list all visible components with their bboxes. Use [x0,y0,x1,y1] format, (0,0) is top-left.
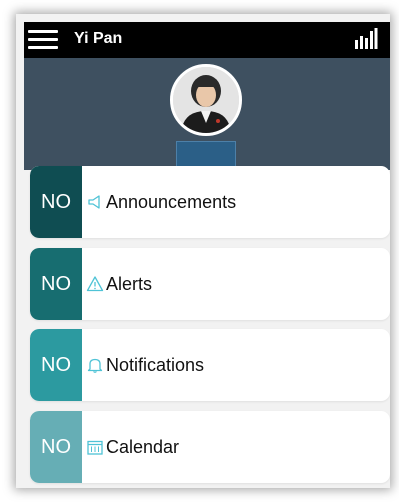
top-bar: Yi Pan [24,22,390,58]
status-badge: NO [30,248,82,320]
page-title: Yi Pan [74,30,123,47]
list-item-label: Announcements [106,192,237,212]
app-frame: Yi Pan NO Announcements NO Alerts NO Not… [16,14,390,488]
bell-icon [87,358,103,373]
calendar-icon [87,440,103,455]
list-item-announcements[interactable]: NO Announcements [30,166,390,238]
list-item-label: Alerts [106,274,153,294]
warning-icon [86,276,104,292]
profile-header [24,58,390,171]
list-item-calendar[interactable]: NO Calendar [30,411,390,483]
megaphone-icon [88,195,100,209]
status-badge: NO [30,166,82,238]
avatar[interactable] [170,64,242,136]
list-item-label: Notifications [106,355,205,375]
list-item-alerts[interactable]: NO Alerts [30,248,390,320]
hamburger-menu-icon[interactable] [28,30,58,50]
list-item-label: Calendar [106,437,180,457]
list-item-notifications[interactable]: NO Notifications [30,329,390,401]
status-badge: NO [30,411,82,483]
bar-chart-icon[interactable] [354,28,378,50]
status-badge: NO [30,329,82,401]
